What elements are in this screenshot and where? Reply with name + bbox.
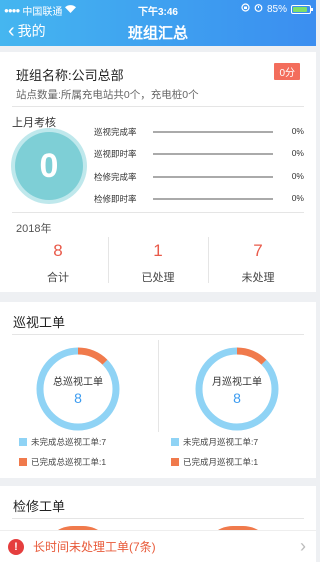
divider — [12, 212, 304, 213]
metric-row: 检修即时率 0% — [94, 193, 304, 207]
assessment-score: 0 — [39, 146, 59, 185]
legend-label: 未完成月巡视工单:7 — [183, 437, 259, 447]
overdue-alert-bar[interactable]: ! 长时间未处理工单(7条) › — [0, 530, 316, 562]
donut-chart — [195, 347, 279, 431]
last-month-label: 上月考核 — [12, 117, 56, 129]
legend-item: 已完成月巡视工单:1 — [171, 456, 258, 468]
team-name: 班组名称:公司总部 — [16, 68, 124, 83]
assessment-score-circle: 0 — [15, 132, 83, 200]
metric-row: 巡视即时率 0% — [94, 148, 304, 162]
metric-label: 检修即时率 — [94, 194, 137, 204]
score-badge: 0分 — [274, 63, 300, 80]
page-title: 班组汇总 — [127, 25, 188, 42]
legend-item: 未完成总巡视工单:7 — [19, 436, 106, 448]
stat-value: 7 — [253, 241, 263, 260]
stat-label: 未处理 — [241, 272, 275, 284]
metric-row: 检修完成率 0% — [94, 171, 304, 185]
metric-bar — [153, 131, 273, 133]
battery-percent: 85% — [266, 3, 287, 15]
legend-swatch — [171, 438, 179, 446]
divider — [12, 518, 304, 519]
donut-incomplete-arc — [36, 347, 120, 431]
warning-icon: ! — [8, 538, 24, 555]
metric-label: 巡视即时率 — [94, 149, 137, 159]
lock-rotation-icon — [241, 3, 250, 15]
divider — [12, 334, 304, 335]
divider — [158, 340, 159, 432]
donut-incomplete-arc — [195, 347, 279, 431]
metric-row: 巡视完成率 0% — [94, 126, 304, 140]
metric-label: 检修完成率 — [94, 172, 137, 182]
nav-bar: ‹ 我的 班组汇总 — [0, 16, 316, 46]
stat-processed[interactable]: 1 已处理 — [108, 237, 208, 285]
metric-label: 巡视完成率 — [94, 127, 137, 137]
monthly-inspection-donut[interactable]: 月巡视工单 8 — [192, 344, 282, 434]
alarm-icon — [254, 3, 263, 15]
legend-swatch — [19, 438, 27, 446]
legend-item: 未完成月巡视工单:7 — [171, 436, 258, 448]
divider — [12, 106, 304, 107]
legend-item: 已完成总巡视工单:1 — [19, 456, 106, 468]
donut-value: 8 — [74, 390, 82, 406]
team-summary-card: 班组名称:公司总部 0分 站点数量:所属充电站共0个，充电桩0个 上月考核 0 … — [0, 52, 316, 292]
metric-value: 0% — [291, 171, 304, 181]
top-bar: ●●●● 中国联通 下午3:46 85% ‹ 我的 班组汇总 — [0, 0, 316, 46]
stat-value: 8 — [53, 241, 63, 260]
metric-value: 0% — [291, 126, 304, 136]
station-info: 站点数量:所属充电站共0个，充电桩0个 — [16, 89, 199, 101]
stat-value: 1 — [153, 241, 163, 260]
maintenance-title: 检修工单 — [13, 499, 66, 514]
battery-icon — [291, 4, 313, 14]
overdue-alert-text: 长时间未处理工单(7条) — [33, 540, 156, 554]
legend-swatch — [171, 458, 179, 466]
donut-chart — [36, 347, 120, 431]
metric-value: 0% — [291, 148, 304, 158]
legend-label: 未完成总巡视工单:7 — [31, 437, 107, 447]
inspection-card: 巡视工单 总巡视工单 8 月巡视工单 8 未完成总巡视工单:7 已完成总巡视工单… — [0, 302, 316, 478]
metric-value: 0% — [291, 193, 304, 203]
donut-value: 8 — [233, 390, 241, 406]
metric-bar — [153, 198, 273, 200]
stat-total[interactable]: 8 合计 — [8, 237, 108, 285]
metric-bar — [153, 153, 273, 155]
stat-label: 已处理 — [141, 272, 175, 284]
donut-label: 月巡视工单 — [212, 377, 262, 388]
chevron-right-icon: › — [300, 536, 306, 556]
stat-unprocessed[interactable]: 7 未处理 — [208, 237, 308, 285]
status-bar: ●●●● 中国联通 下午3:46 85% — [0, 0, 316, 18]
donut-label: 总巡视工单 — [53, 377, 103, 388]
metric-bar — [153, 176, 273, 178]
legend-swatch — [19, 458, 27, 466]
inspection-title: 巡视工单 — [13, 315, 66, 330]
legend-label: 已完成总巡视工单:1 — [31, 457, 107, 467]
year-label: 2018年 — [16, 223, 52, 235]
total-inspection-donut[interactable]: 总巡视工单 8 — [33, 344, 123, 434]
legend-label: 已完成月巡视工单:1 — [183, 457, 259, 467]
stat-label: 合计 — [47, 272, 69, 284]
